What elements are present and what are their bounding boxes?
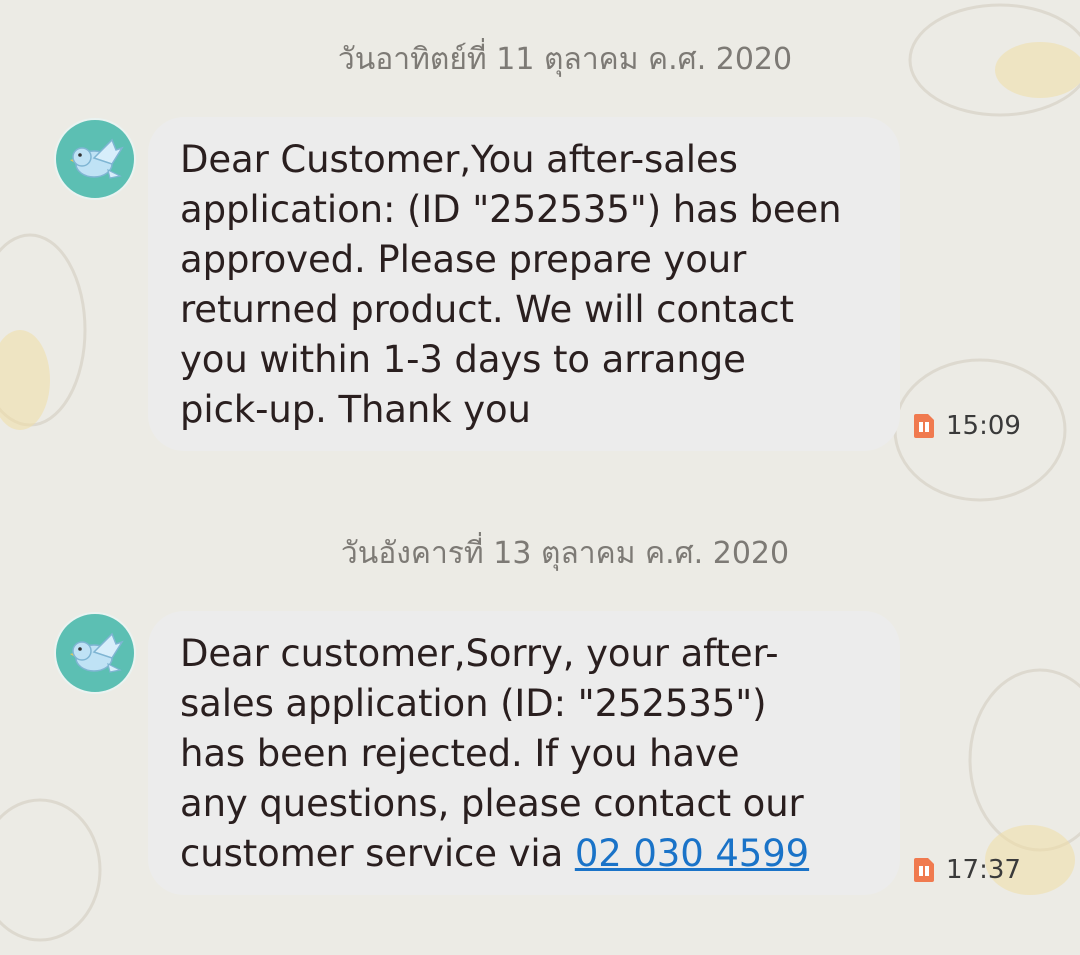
message-bubble[interactable]: Dear customer,Sorry, your after- sales a… [148, 611, 900, 895]
sender-avatar[interactable] [54, 118, 136, 200]
sim-card-icon [914, 858, 934, 882]
bird-icon [70, 632, 124, 673]
phone-number-link[interactable]: 02 030 4599 [575, 832, 809, 875]
message-text-line: has been rejected. If you have [180, 732, 740, 775]
sim-card-icon [914, 414, 934, 438]
bird-icon [70, 138, 124, 179]
date-separator: วันอังคารที่ 13 ตุลาคม ค.ศ. 2020 [340, 536, 790, 571]
message-time: 15:09 [946, 411, 1021, 441]
message-meta: 17:37 [912, 855, 1021, 885]
message-text-line: returned product. We will contact [180, 288, 794, 331]
date-separator: วันอาทิตย์ที่ 11 ตุลาคม ค.ศ. 2020 [337, 42, 793, 77]
message-text-line: sales application (ID: "252535") [180, 682, 767, 725]
message-bubble[interactable]: Dear Customer,You after-sales applicatio… [148, 117, 900, 451]
message-meta: 15:09 [912, 411, 1021, 441]
message-text-line: application: (ID "252535") has been [180, 188, 842, 231]
message-text-line: approved. Please prepare your [180, 238, 747, 281]
message-time: 17:37 [946, 855, 1021, 885]
sender-avatar[interactable] [54, 612, 136, 694]
message-text-line: any questions, please contact our [180, 782, 804, 825]
message-text-line: Dear customer,Sorry, your after- [180, 632, 779, 675]
message-text-fragment: customer service via [180, 832, 575, 875]
message-text-line: Dear Customer,You after-sales [180, 138, 738, 181]
message-text-line: customer service via 02 030 4599 [180, 829, 870, 879]
message-text-line: you within 1-3 days to arrange [180, 338, 746, 381]
message-text-line: pick-up. Thank you [180, 388, 531, 431]
